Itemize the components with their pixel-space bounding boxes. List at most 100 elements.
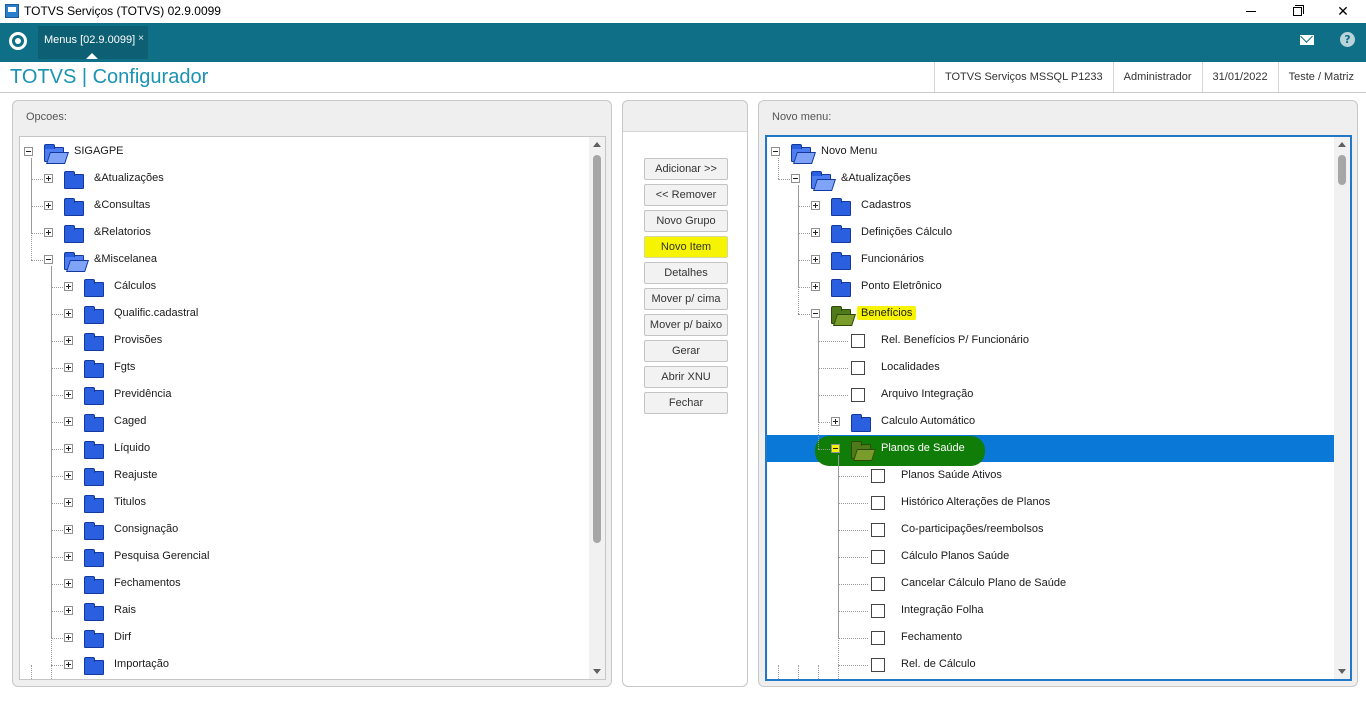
collapse-icon[interactable]	[44, 255, 53, 264]
adicionar-button[interactable]: Adicionar >>	[644, 158, 728, 180]
collapse-icon[interactable]	[811, 309, 820, 318]
expand-icon[interactable]	[64, 282, 73, 291]
collapse-icon[interactable]	[771, 147, 780, 156]
novo-item-button[interactable]: Novo Item	[644, 236, 728, 258]
expand-icon[interactable]	[64, 579, 73, 588]
options-tree-row[interactable]: SIGAGPE	[20, 138, 589, 165]
expand-icon[interactable]	[64, 363, 73, 372]
expand-icon[interactable]	[44, 228, 53, 237]
scroll-thumb[interactable]	[593, 155, 601, 543]
expand-icon[interactable]	[811, 201, 820, 210]
fechar-button[interactable]: Fechar	[644, 392, 728, 414]
expand-icon[interactable]	[44, 201, 53, 210]
folder-open-icon	[851, 441, 871, 459]
options-tree-row[interactable]: Importação	[20, 651, 589, 678]
gerar-button[interactable]: Gerar	[644, 340, 728, 362]
options-tree-row[interactable]: &Consultas	[20, 192, 589, 219]
scroll-down-icon[interactable]	[593, 669, 601, 674]
new-menu-tree[interactable]: Novo Menu &Atualizações Cadastros Definiçõe…	[765, 135, 1352, 681]
detalhes-button[interactable]: Detalhes	[644, 262, 728, 284]
mover-cima-button[interactable]: Mover p/ cima	[644, 288, 728, 310]
expand-icon[interactable]	[811, 228, 820, 237]
options-tree-row[interactable]: &Miscelanea	[20, 246, 589, 273]
remover-button[interactable]: << Remover	[644, 184, 728, 206]
new-menu-tree-row[interactable]: Planos de Saúde	[767, 435, 1334, 466]
scroll-up-icon[interactable]	[593, 142, 601, 147]
options-tree-row[interactable]: Fgts	[20, 354, 589, 381]
app-icon	[5, 4, 19, 18]
scroll-up-icon[interactable]	[1338, 142, 1346, 147]
options-tree-row[interactable]: Cálculos	[20, 273, 589, 300]
new-menu-tree-label: Calculo Automático	[881, 415, 975, 427]
expand-icon[interactable]	[64, 309, 73, 318]
abrir-xnu-button[interactable]: Abrir XNU	[644, 366, 728, 388]
options-tree-text: &Miscelanea	[94, 253, 157, 265]
novo-grupo-button[interactable]: Novo Grupo	[644, 210, 728, 232]
options-tree-row[interactable]: Previdência	[20, 381, 589, 408]
new-menu-tree-row[interactable]: Benefícios	[767, 300, 1334, 327]
options-tree-row[interactable]: Dirf	[20, 624, 589, 651]
new-menu-tree-row[interactable]: Rel. Benefícios P/ Funcionário	[767, 327, 1334, 354]
options-tree-row[interactable]: Rais	[20, 597, 589, 624]
expand-icon[interactable]	[811, 255, 820, 264]
expand-icon[interactable]	[831, 417, 840, 426]
help-icon[interactable]: ?	[1340, 32, 1355, 47]
options-tree-row[interactable]: Caged	[20, 408, 589, 435]
new-menu-tree-row[interactable]: Definições Cálculo	[767, 219, 1334, 246]
expand-icon[interactable]	[64, 606, 73, 615]
expand-icon[interactable]	[64, 444, 73, 453]
new-menu-tree-text: Definições Cálculo	[861, 226, 953, 238]
expand-icon[interactable]	[64, 633, 73, 642]
new-menu-scrollbar[interactable]	[1334, 137, 1350, 679]
options-tree-row[interactable]: Reajuste	[20, 462, 589, 489]
expand-icon[interactable]	[64, 660, 73, 669]
expand-icon[interactable]	[64, 525, 73, 534]
minimize-button[interactable]	[1228, 0, 1274, 23]
collapse-icon[interactable]	[831, 444, 840, 453]
tab-menus[interactable]: Menus [02.9.0099] ×	[38, 26, 148, 59]
options-tree[interactable]: SIGAGPE &Atualizações &Consultas &Relatorio…	[19, 136, 606, 680]
expand-icon[interactable]	[64, 417, 73, 426]
new-menu-tree-row[interactable]: Funcionários	[767, 246, 1334, 273]
expand-icon[interactable]	[64, 336, 73, 345]
maximize-button[interactable]	[1274, 0, 1320, 23]
collapse-icon[interactable]	[24, 147, 33, 156]
tree-connector	[838, 476, 868, 477]
expand-icon[interactable]	[64, 471, 73, 480]
options-tree-row[interactable]: Titulos	[20, 489, 589, 516]
options-tree-row[interactable]: Líquido	[20, 435, 589, 462]
mail-icon[interactable]	[1300, 35, 1314, 45]
scroll-thumb[interactable]	[1338, 155, 1346, 185]
expand-icon[interactable]	[64, 390, 73, 399]
options-tree-label: SIGAGPE	[74, 145, 124, 157]
options-tree-row[interactable]: &Relatorios	[20, 219, 589, 246]
scroll-down-icon[interactable]	[1338, 669, 1346, 674]
expand-icon[interactable]	[44, 174, 53, 183]
options-tree-row[interactable]: Consignação	[20, 516, 589, 543]
new-menu-tree-row[interactable]: Novo Menu	[767, 138, 1334, 165]
close-button[interactable]: ✕	[1320, 0, 1366, 23]
new-menu-tree-row[interactable]: Calculo Automático	[767, 408, 1334, 435]
options-scrollbar[interactable]	[589, 137, 605, 679]
new-menu-tree-row[interactable]: Localidades	[767, 354, 1334, 381]
new-menu-tree-row[interactable]: Arquivo Integração	[767, 381, 1334, 408]
expand-icon[interactable]	[811, 282, 820, 291]
tab-close-icon[interactable]: ×	[138, 33, 144, 44]
expand-icon[interactable]	[64, 552, 73, 561]
new-menu-tree-row[interactable]: &Atualizações	[767, 165, 1334, 192]
options-tree-row[interactable]: Provisões	[20, 327, 589, 354]
collapse-icon[interactable]	[791, 174, 800, 183]
mover-baixo-button[interactable]: Mover p/ baixo	[644, 314, 728, 336]
options-tree-row[interactable]: Qualific.cadastral	[20, 300, 589, 327]
options-tree-row[interactable]: &Atualizações	[20, 165, 589, 192]
options-tree-text: Qualific.cadastral	[114, 307, 199, 319]
new-menu-tree-row[interactable]: Cadastros	[767, 192, 1334, 219]
options-tree-text: Cálculos	[114, 280, 157, 292]
options-tree-text: Pesquisa Gerencial	[114, 550, 210, 562]
options-tree-row[interactable]: Fechamentos	[20, 570, 589, 597]
totvs-logo-icon[interactable]	[9, 32, 27, 50]
expand-icon[interactable]	[64, 498, 73, 507]
options-tree-row[interactable]: Pesquisa Gerencial	[20, 543, 589, 570]
options-tree-text: Titulos	[114, 496, 146, 508]
new-menu-tree-row[interactable]: Ponto Eletrônico	[767, 273, 1334, 300]
